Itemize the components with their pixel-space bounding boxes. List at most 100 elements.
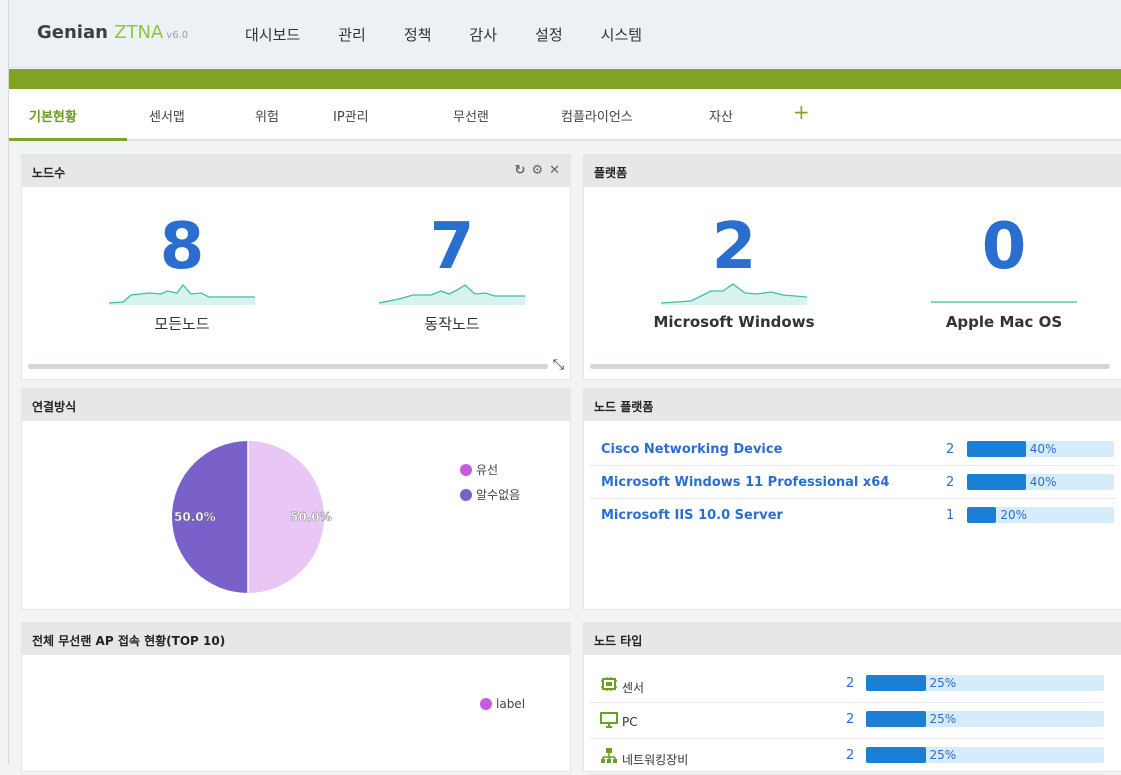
platform-name-link[interactable]: Cisco Networking Device [601, 442, 782, 457]
legend-item-wired[interactable]: 유선 [460, 461, 520, 478]
menu-dashboard[interactable]: 대시보드 [245, 24, 300, 45]
pc-icon [600, 712, 618, 728]
widget-tools: ↻ ⚙ ✕ [509, 163, 560, 178]
node-type-count: 2 [846, 676, 855, 691]
platform-name-link[interactable]: Microsoft IIS 10.0 Server [601, 508, 783, 523]
widget-title: 노드 플랫폼 [594, 400, 654, 414]
stat-active-nodes[interactable]: 7 동작노드 [372, 215, 532, 334]
connection-pie-chart: 50.0% 50.0% [172, 441, 332, 593]
main-menu: 대시보드 관리 정책 감사 설정 시스템 [245, 24, 680, 45]
node-type-name: 네트워킹장비 [622, 753, 689, 767]
progress-fill [967, 441, 1026, 457]
top-navigation: Genian ZTNA v6.0 대시보드 관리 정책 감사 설정 시스템 [9, 0, 1121, 68]
widget-node-count: 노드수 ↻ ⚙ ✕ 8 모든노드 7 동작노드 ⤡ [21, 154, 571, 380]
list-item[interactable]: 센서 2 25% [590, 667, 1104, 703]
widget-title: 노드수 [32, 166, 66, 180]
legend-label: label [496, 697, 526, 711]
app-frame: Genian ZTNA v6.0 대시보드 관리 정책 감사 설정 시스템 기본현… [8, 0, 1121, 775]
progress-bar: 40% [967, 441, 1114, 457]
widget-platform: 플랫폼 2 Microsoft Windows 0 Apple Mac OS [583, 154, 1121, 380]
widget-node-type: 노드 타입 센서 2 25% PC 2 25% 네트워킹장비 2 25% [583, 622, 1121, 775]
menu-management[interactable]: 관리 [338, 24, 366, 45]
widget-node-platform: 노드 플랫폼 Cisco Networking Device 2 40% Mic… [583, 388, 1121, 610]
horizontal-scrollbar[interactable] [590, 364, 1110, 369]
stat-macos[interactable]: 0 Apple Mac OS [914, 215, 1094, 331]
progress-percent: 25% [929, 676, 957, 690]
menu-audit[interactable]: 감사 [469, 24, 497, 45]
add-tab-button[interactable]: + [793, 100, 810, 124]
version-label: v6.0 [166, 30, 189, 41]
accent-bar [9, 69, 1121, 89]
legend-dot [460, 463, 472, 476]
menu-settings[interactable]: 설정 [535, 24, 563, 45]
tab-wireless[interactable]: 무선랜 [453, 106, 489, 125]
legend-item-label[interactable]: label [480, 697, 525, 711]
widget-title: 노드 타입 [594, 634, 643, 648]
refresh-icon[interactable]: ↻ [515, 163, 526, 178]
product-name: ZTNA [114, 22, 164, 43]
wireless-legend: label [480, 697, 525, 719]
stat-value: 7 [429, 210, 475, 284]
progress-bar: 25% [866, 747, 1104, 763]
widget-header[interactable]: 플랫폼 [584, 155, 1121, 187]
list-item[interactable]: 네트워킹장비 2 25% [590, 739, 1104, 775]
active-tab-indicator [9, 138, 127, 141]
resize-handle-icon[interactable]: ⤡ [553, 357, 564, 373]
list-item[interactable]: PC 2 25% [590, 703, 1104, 739]
node-type-name: PC [622, 715, 638, 729]
widget-header[interactable]: 노드 타입 [584, 623, 1121, 655]
tab-sensor-map[interactable]: 센서맵 [149, 106, 185, 125]
widget-title: 전체 무선랜 AP 접속 현황(TOP 10) [32, 634, 226, 648]
legend-item-unknown[interactable]: 알수없음 [460, 486, 520, 503]
widget-header[interactable]: 노드 플랫폼 [584, 389, 1121, 421]
legend-label: 알수없음 [476, 488, 521, 502]
node-type-name: 센서 [622, 681, 645, 695]
progress-bar: 25% [866, 675, 1104, 691]
progress-fill [967, 474, 1026, 490]
progress-bar: 25% [866, 711, 1104, 727]
pie-label-unknown: 50.0% [174, 510, 216, 524]
list-item[interactable]: Microsoft IIS 10.0 Server 1 20% [590, 499, 1116, 532]
progress-percent: 40% [1029, 475, 1057, 489]
stat-all-nodes[interactable]: 8 모든노드 [102, 215, 262, 334]
menu-policy[interactable]: 정책 [404, 24, 432, 45]
horizontal-scrollbar[interactable] [28, 364, 548, 369]
platform-count: 2 [946, 442, 955, 457]
sensor-icon [601, 677, 617, 691]
sparkline-chart [661, 283, 807, 305]
tab-ip-management[interactable]: IP관리 [333, 106, 369, 125]
widget-header[interactable]: 노드수 ↻ ⚙ ✕ [22, 155, 570, 187]
tab-risk[interactable]: 위험 [255, 106, 279, 125]
network-device-icon [601, 748, 617, 763]
brand-name: Genian [37, 22, 108, 43]
progress-fill [967, 507, 997, 523]
platform-name-link[interactable]: Microsoft Windows 11 Professional x64 [601, 475, 889, 490]
node-platform-list: Cisco Networking Device 2 40% Microsoft … [590, 433, 1116, 532]
progress-percent: 25% [929, 748, 957, 762]
close-icon[interactable]: ✕ [549, 163, 560, 178]
widget-header[interactable]: 전체 무선랜 AP 접속 현황(TOP 10) [22, 623, 570, 655]
legend-dot [480, 698, 492, 710]
tab-assets[interactable]: 자산 [709, 106, 733, 125]
list-item[interactable]: Microsoft Windows 11 Professional x64 2 … [590, 466, 1116, 499]
progress-bar: 40% [967, 474, 1114, 490]
progress-percent: 40% [1029, 442, 1057, 456]
progress-fill [866, 711, 926, 727]
stat-value: 0 [981, 210, 1027, 284]
sparkline-chart [379, 284, 525, 305]
tab-compliance[interactable]: 컴플라이언스 [561, 106, 633, 125]
widget-title: 연결방식 [32, 400, 77, 414]
widget-header[interactable]: 연결방식 [22, 389, 570, 421]
widget-wireless-ap: 전체 무선랜 AP 접속 현황(TOP 10) label [21, 622, 571, 772]
platform-count: 2 [946, 475, 955, 490]
gear-icon[interactable]: ⚙ [531, 163, 543, 178]
progress-fill [866, 675, 926, 691]
tab-overview[interactable]: 기본현황 [29, 106, 77, 125]
list-item[interactable]: Cisco Networking Device 2 40% [590, 433, 1116, 466]
app-logo[interactable]: Genian ZTNA v6.0 [37, 22, 188, 43]
legend-label: 유선 [476, 463, 499, 477]
widget-connection-method: 연결방식 50.0% 50.0% 유선 알수없음 [21, 388, 571, 610]
stat-windows[interactable]: 2 Microsoft Windows [644, 215, 824, 331]
stat-label: Microsoft Windows [653, 313, 815, 331]
menu-system[interactable]: 시스템 [601, 24, 642, 45]
